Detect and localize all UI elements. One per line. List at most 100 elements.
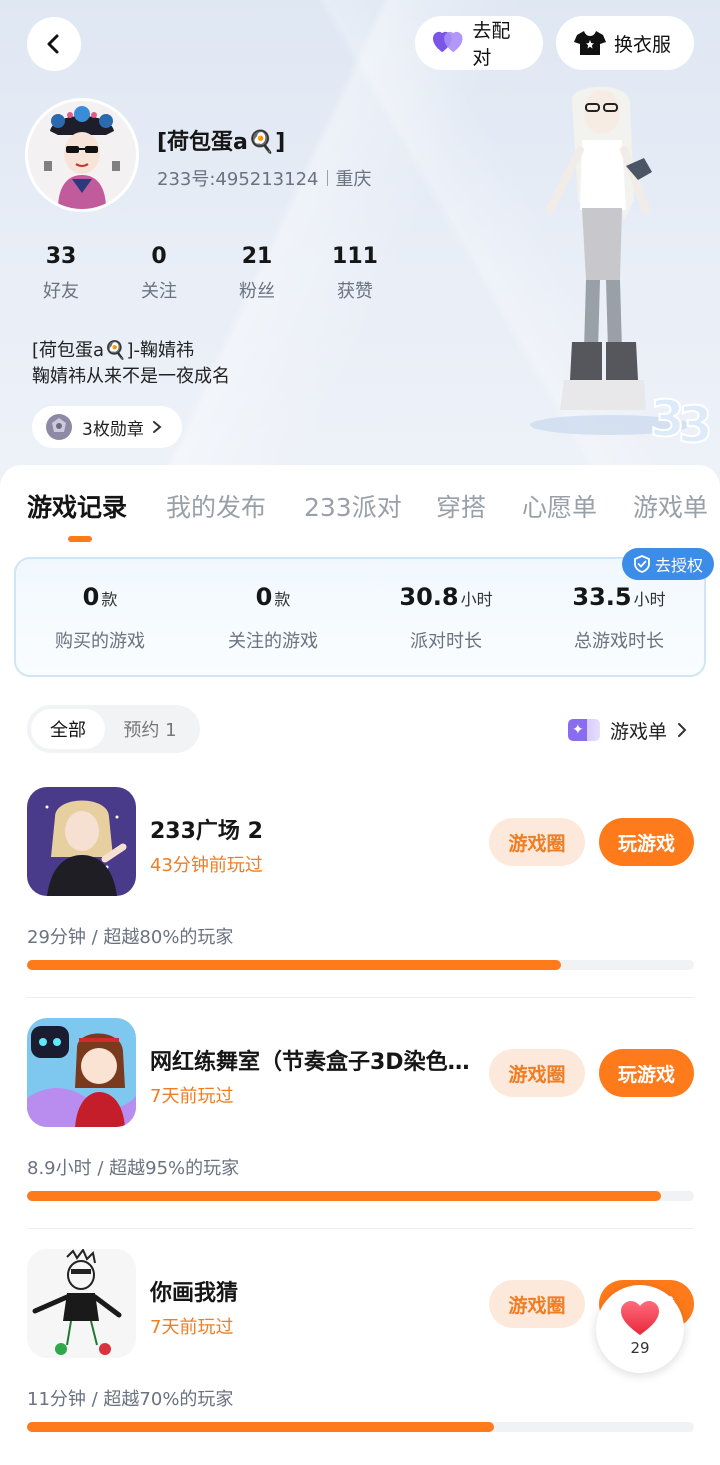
chevron-left-icon [47,34,59,54]
stat-number: 33 [45,244,77,269]
game-filter-segment: 全部 预约 1 [27,705,200,753]
play-game-button[interactable]: 玩游戏 [599,818,694,866]
game-title: 网红练舞室（节奏盒子3D染色… [150,1050,470,1075]
heart-icon [621,1301,659,1335]
summary-purchased-games: 0款 购买的游戏 [14,583,186,653]
heart-match-icon [433,31,463,53]
authorize-button[interactable]: 去授权 [622,548,714,580]
match-button[interactable]: 去配对 [415,16,543,70]
filter-reserved[interactable]: 预约 1 [105,709,195,749]
tab-wishlist[interactable]: 心愿单 [522,488,597,524]
avatar[interactable] [25,98,139,212]
tab-233-party[interactable]: 233派对 [304,488,402,524]
summary-label: 关注的游戏 [228,631,318,652]
divider [27,1228,694,1229]
like-floating-button[interactable]: 29 [596,1285,684,1373]
summary-followed-games: 0款 关注的游戏 [187,583,359,653]
last-played: 7天前玩过 [150,1086,234,1107]
play-progress-track [27,1191,694,1201]
game-title: 你画我猜 [150,1281,239,1306]
change-outfit-label: 换衣服 [614,33,672,56]
summary-label: 购买的游戏 [55,631,145,652]
summary-unit: 款 [274,590,291,609]
stat-number: 21 [241,244,273,269]
game-233-plaza-artwork [27,787,136,896]
play-game-button[interactable]: 玩游戏 [599,1049,694,1097]
game-list-link[interactable]: ✦ 游戏单 [568,712,687,748]
summary-label: 派对时长 [410,631,482,652]
authorize-label: 去授权 [654,556,703,575]
game-icon[interactable] [27,787,136,896]
stat-following[interactable]: 0 关注 [110,244,208,303]
stat-label: 关注 [141,281,177,302]
play-progress-fill [27,960,561,970]
play-progress-track [27,1422,694,1432]
summary-unit: 款 [101,590,118,609]
summary-total-game-time: 33.5 小时 总游戏时长 [533,583,705,653]
stat-likes[interactable]: 111 获赞 [306,244,404,303]
last-played: 43分钟前玩过 [150,855,263,876]
profile-bio: [荷包蛋a🍳]-鞠婧祎 鞠婧祎从来不是一夜成名 [32,338,230,390]
match-label: 去配对 [472,20,511,69]
summary-party-time: 30.8 小时 派对时长 [360,583,532,653]
summary-label: 总游戏时长 [574,631,664,652]
like-count: 29 [630,1339,650,1357]
uid-separator [326,170,328,186]
nickname: [荷包蛋a🍳] [157,130,286,155]
play-duration: 11分钟 / 超越70%的玩家 [27,1389,234,1410]
summary-value: 33.5 [572,583,632,611]
stat-label: 获赞 [337,281,373,302]
game-list-icon: ✦ [568,719,600,741]
play-duration: 8.9小时 / 超越95%的玩家 [27,1158,240,1179]
stat-label: 好友 [43,281,79,302]
filter-all[interactable]: 全部 [31,709,105,749]
game-icon[interactable] [27,1249,136,1358]
stat-fans[interactable]: 21 粉丝 [208,244,306,303]
game-list-label: 游戏单 [610,720,668,743]
tab-game-records[interactable]: 游戏记录 [27,488,127,524]
game-circle-button[interactable]: 游戏圈 [489,1280,585,1328]
change-outfit-button[interactable]: 换衣服 [556,16,694,70]
back-button[interactable] [27,17,81,71]
game-dance-studio-artwork [27,1018,136,1127]
tab-my-posts[interactable]: 我的发布 [166,488,266,524]
bio-line: [荷包蛋a🍳]-鞠婧祎 [32,340,194,361]
play-progress-fill [27,1422,494,1432]
badges-label: 3枚勋章 [82,419,144,440]
badges-button[interactable]: 3枚勋章 [32,406,182,448]
play-progress-fill [27,1191,661,1201]
game-item[interactable]: 网红练舞室（节奏盒子3D染色… 7天前玩过 游戏圈 玩游戏 8.9小时 / 超越… [0,1018,720,1238]
stat-label: 粉丝 [239,281,275,302]
medal-icon [46,414,72,440]
play-progress-track [27,960,694,970]
uid-line: 233号:495213124 重庆 [157,165,372,191]
tshirt-icon [574,31,606,55]
summary-value: 0 [82,583,100,611]
summary-value: 30.8 [399,583,459,611]
summary-unit: 小时 [633,590,666,609]
avatar-illustration [28,101,136,209]
profile-tabs: 游戏记录 我的发布 233派对 穿搭 心愿单 游戏单 [0,488,720,528]
summary-unit: 小时 [460,590,493,609]
shield-check-icon [634,555,650,573]
game-item[interactable]: 233广场 2 43分钟前玩过 游戏圈 玩游戏 29分钟 / 超越80%的玩家 [0,787,720,1007]
game-title: 233广场 2 [150,819,263,844]
game-circle-button[interactable]: 游戏圈 [489,1049,585,1097]
233-logo-watermark: 3 3 [649,389,714,450]
stat-number: 111 [332,244,378,269]
stat-friends[interactable]: 33 好友 [12,244,110,303]
divider [27,997,694,998]
tab-outfits[interactable]: 穿搭 [436,488,486,524]
play-duration: 29分钟 / 超越80%的玩家 [27,927,234,948]
user-id: 233号:495213124 [157,169,319,190]
tab-active-indicator [68,536,92,542]
stat-number: 0 [151,244,167,269]
game-icon[interactable] [27,1018,136,1127]
summary-value: 0 [255,583,273,611]
chevron-right-icon [152,421,162,433]
game-circle-button[interactable]: 游戏圈 [489,818,585,866]
tab-game-lists[interactable]: 游戏单 [633,488,708,524]
game-draw-guess-artwork [27,1249,136,1358]
svg-text:3: 3 [678,396,713,450]
chevron-right-icon [678,723,687,737]
